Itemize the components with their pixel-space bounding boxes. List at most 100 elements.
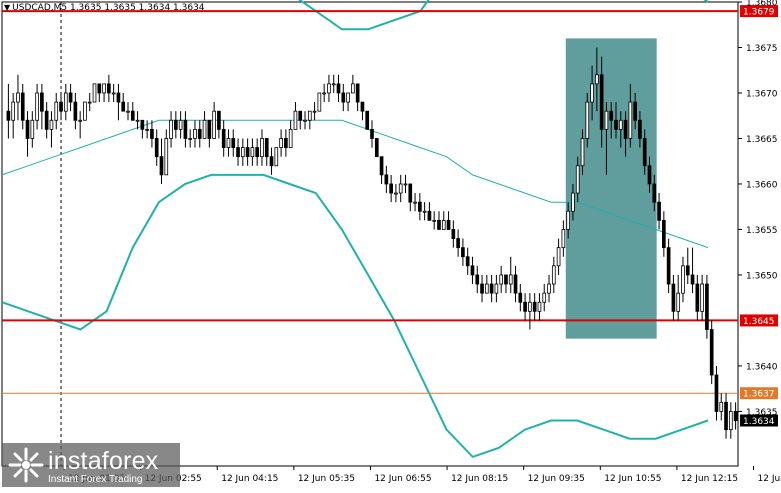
- candle-body: [260, 138, 264, 158]
- candle-body: [508, 274, 513, 285]
- candle-body: [217, 110, 221, 130]
- candle-body: [595, 74, 599, 85]
- candle-body: [150, 128, 154, 139]
- level-tag-label: 1.3637: [743, 390, 775, 400]
- watermark-tagline: Instant Forex Trading: [48, 474, 143, 485]
- candle-body: [441, 219, 446, 230]
- candle-body: [370, 128, 374, 139]
- candle-body: [226, 138, 231, 148]
- candle-body: [657, 201, 661, 221]
- candle-body: [413, 201, 417, 204]
- candle-body: [652, 183, 657, 203]
- candle-body: [398, 183, 403, 194]
- x-tick-label: 12 Jun 10:55: [604, 474, 661, 484]
- candle-body: [394, 192, 398, 195]
- candle-body: [513, 274, 518, 294]
- candle-body: [379, 156, 384, 176]
- candle-body: [561, 229, 566, 249]
- candle-body: [724, 401, 728, 431]
- candle-body: [628, 101, 633, 139]
- candle-body: [590, 83, 594, 103]
- candle-body: [87, 101, 92, 104]
- y-tick-label: 1.3665: [746, 135, 778, 145]
- candle-body: [499, 274, 504, 285]
- candle-body: [638, 119, 642, 139]
- candle-body: [427, 210, 432, 221]
- candle-body: [107, 83, 111, 94]
- candle-body: [566, 210, 570, 230]
- candle-body: [126, 110, 130, 113]
- candle-body: [690, 274, 695, 285]
- candle-body: [30, 119, 35, 139]
- candle-body: [35, 92, 39, 121]
- candle-body: [264, 138, 269, 158]
- candle-body: [571, 192, 575, 212]
- candle-body: [16, 92, 20, 103]
- candle-body: [456, 238, 460, 249]
- candle-body: [274, 147, 279, 167]
- candle-body: [78, 119, 82, 122]
- candle-body: [116, 92, 121, 103]
- candle-body: [40, 92, 44, 112]
- candle-body: [312, 110, 317, 113]
- candle-body: [174, 119, 178, 130]
- watermark-brand: instaforex: [48, 447, 159, 475]
- instaforex-logo-icon: [8, 447, 44, 483]
- candle-body: [360, 101, 365, 112]
- candle-body: [121, 101, 126, 112]
- candle-body: [374, 138, 379, 158]
- collapse-triangle-icon[interactable]: ▼: [4, 3, 10, 12]
- symbol-info: ▼ USDCAD,M5 1.3635 1.3635 1.3634 1.3634: [4, 3, 205, 13]
- candle-body: [111, 92, 116, 95]
- candle-body: [178, 119, 183, 130]
- candle-body: [647, 165, 652, 185]
- candle-body: [73, 101, 78, 121]
- candle-body: [250, 147, 255, 158]
- candle-body: [714, 374, 719, 412]
- current-price-label: 1.3634: [743, 417, 775, 427]
- y-tick-label: 1.3650: [746, 271, 778, 281]
- y-tick-label: 1.3655: [746, 226, 778, 236]
- candle-body: [532, 301, 537, 312]
- candle-body: [537, 301, 542, 312]
- candle-body: [408, 183, 413, 203]
- price-chart[interactable]: 1.3679 1.3645 1.3637 1.3634 1.3680 1.3675 1.3…: [0, 0, 781, 489]
- candle-body: [336, 83, 341, 94]
- candle-body: [92, 83, 97, 103]
- candle-body: [523, 301, 527, 312]
- level-tag-label: 1.3679: [743, 8, 775, 18]
- candle-body: [212, 110, 216, 139]
- candle-body: [580, 138, 585, 167]
- candle-body: [25, 119, 30, 139]
- candle-body: [451, 229, 456, 239]
- candle-body: [418, 201, 422, 212]
- candle-body: [169, 119, 173, 139]
- candle-body: [193, 128, 197, 139]
- candle-body: [164, 138, 169, 176]
- chart-canvas[interactable]: 1.36791.36451.36371.3634 1.36801.36751.3…: [0, 0, 781, 489]
- candle-body: [284, 138, 288, 148]
- y-tick-label: 1.3635: [746, 408, 778, 418]
- candle-body: [269, 156, 274, 167]
- candle-body: [604, 110, 609, 130]
- candle-body: [671, 283, 676, 312]
- candle-body: [681, 265, 685, 294]
- candle-body: [207, 119, 212, 139]
- candle-body: [83, 101, 87, 121]
- y-tick-label: 1.3675: [746, 44, 778, 54]
- candle-body: [240, 147, 245, 158]
- candle-body: [11, 101, 16, 121]
- candle-body: [145, 128, 149, 131]
- x-tick-label: 12 Jun 12:15: [681, 474, 738, 484]
- candle-body: [351, 83, 355, 94]
- candle-body: [556, 247, 561, 267]
- x-tick-label: 12 Jun 13:35: [758, 474, 781, 484]
- candle-body: [470, 265, 475, 276]
- candle-body: [44, 110, 49, 130]
- candle-body: [728, 411, 733, 431]
- candle-body: [298, 110, 303, 121]
- candle-body: [154, 138, 159, 158]
- candle-body: [307, 110, 312, 121]
- y-tick-label: 1.3670: [746, 89, 778, 99]
- candle-body: [202, 119, 207, 139]
